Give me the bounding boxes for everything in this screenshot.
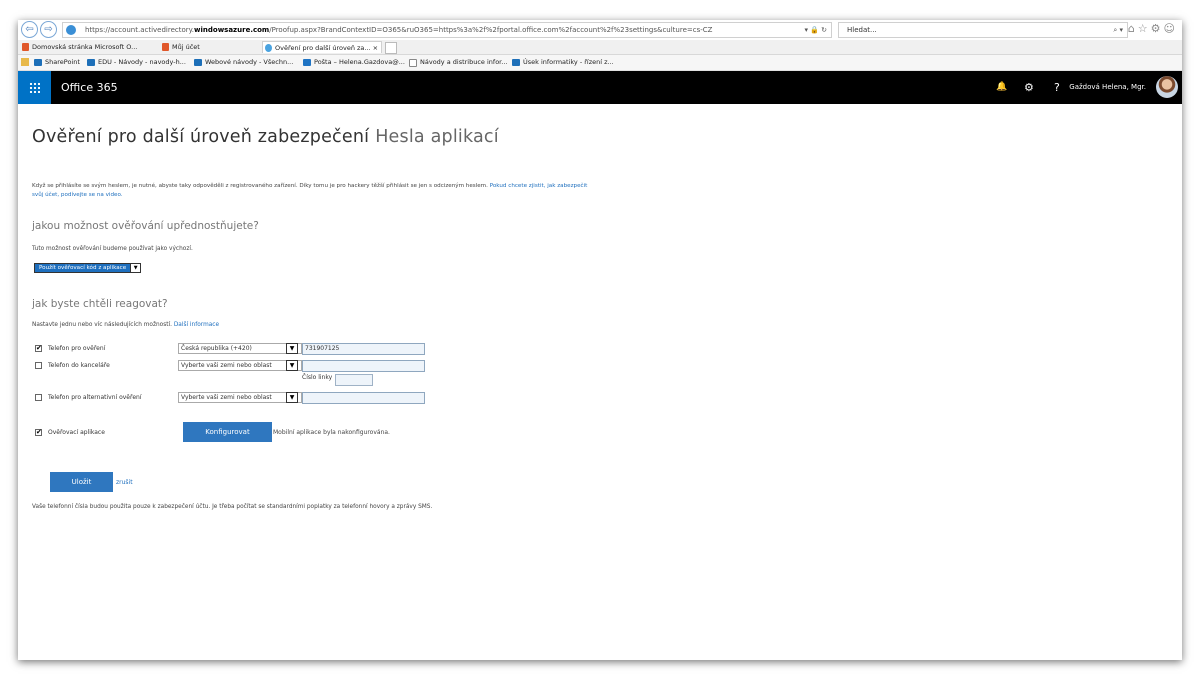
url-prefix: https://account.activedirectory. [85, 26, 195, 34]
configured-message: Mobilní aplikace byla nakonfigurována. [273, 429, 390, 436]
tab-strip: Domovská stránka Microsoft O... Můj účet… [18, 40, 1182, 55]
auth-phone-label: Telefon pro ověření [48, 345, 106, 352]
url-tools-icons[interactable]: ▾ 🔒 ↻ [804, 23, 827, 37]
method-selected-value: Použít ověřovací kód z aplikace [35, 264, 131, 272]
chevron-down-icon: ▼ [130, 264, 140, 272]
sharepoint-icon [87, 59, 95, 66]
fav-label: EDU - Návody - navody-h... [98, 58, 186, 66]
favorites-bar: SharePoint EDU - Návody - navody-h... We… [18, 55, 1182, 71]
fav-web-guides[interactable]: Webové návody - Všechn... [194, 56, 293, 69]
tab-my-account[interactable]: Můj účet [160, 41, 260, 53]
avatar[interactable] [1156, 76, 1178, 98]
response-help-text: Nastavte jednu nebo víc následujících mo… [32, 322, 174, 328]
alt-phone-row: Telefon pro alternativní ověření Vyberte… [32, 392, 432, 404]
tab-ms-home[interactable]: Domovská stránka Microsoft O... [20, 41, 160, 53]
fav-mail[interactable]: Pošta – Helena.Gazdova@... [303, 56, 405, 69]
chevron-down-icon[interactable]: ▼ [286, 392, 298, 403]
app-title[interactable]: Office 365 [61, 71, 118, 104]
office-tab-icon [162, 43, 169, 51]
url-field[interactable]: https://account.activedirectory.windowsa… [62, 22, 832, 38]
auth-phone-checkbox[interactable]: ✔ [35, 345, 42, 352]
office-phone-country-select[interactable]: Vyberte vaši zemi nebo oblast [178, 360, 302, 371]
page-icon [409, 59, 417, 67]
forward-icon[interactable]: ⇨ [40, 21, 57, 38]
browser-window: ⇦ ⇨ https://account.activedirectory.wind… [18, 20, 1182, 660]
tab-label: Domovská stránka Microsoft O... [32, 43, 138, 51]
auth-app-label: Ověřovací aplikace [48, 429, 105, 436]
page-title-text: Ověření pro další úroveň zabezpečení [32, 127, 370, 147]
intro-text: Když se přihlásíte se svým heslem, je nu… [32, 182, 592, 199]
tab-label: Ověření pro další úroveň za... × [275, 44, 379, 52]
browser-search-field[interactable]: Hledat... ⌕ ▾ [838, 22, 1128, 38]
method-help: Tuto možnost ověřování budeme používat j… [32, 246, 193, 252]
fav-label: SharePoint [45, 58, 80, 66]
tab-verification[interactable]: Ověření pro další úroveň za... × [262, 41, 382, 53]
app-launcher-button[interactable] [18, 71, 51, 104]
browser-toolbar-icons[interactable]: ⌂☆⚙☺ [1128, 22, 1178, 35]
office-phone-label: Telefon do kanceláře [48, 362, 110, 369]
ie-tab-icon [265, 44, 272, 52]
ie-page-icon [66, 25, 76, 35]
tab-label: Můj účet [172, 43, 200, 51]
favorites-star-icon[interactable] [21, 58, 29, 66]
office365-header: Office 365 🔔 ⚙ ? Gaždová Helena, Mgr. [18, 71, 1182, 104]
office-tab-icon [22, 43, 29, 51]
auth-app-checkbox[interactable]: ✔ [35, 429, 42, 436]
alt-phone-checkbox[interactable] [35, 394, 42, 401]
fav-label: Pošta – Helena.Gazdova@... [314, 58, 405, 66]
auth-phone-number-input[interactable]: 731907125 [302, 343, 425, 355]
outlook-icon [303, 59, 311, 66]
alt-phone-label: Telefon pro alternativní ověření [48, 394, 142, 401]
office-phone-row: Telefon do kanceláře Vyberte vaši zemi n… [32, 360, 432, 372]
intro-body: Když se přihlásíte se svým heslem, je nu… [32, 183, 490, 189]
auth-phone-country-select[interactable]: Česká republika (+420) [178, 343, 302, 354]
save-button[interactable]: Uložit [50, 472, 113, 492]
waffle-icon [29, 82, 40, 93]
page-title: Ověření pro další úroveň zabezpečení Hesl… [32, 127, 499, 147]
url-rest: /Proofup.aspx?BrandContextID=O365&ruO365… [269, 26, 713, 34]
address-bar-row: ⇦ ⇨ https://account.activedirectory.wind… [18, 20, 1182, 41]
gear-icon[interactable]: ⚙ [1024, 71, 1034, 104]
response-help: Nastavte jednu nebo víc následujících mo… [32, 322, 219, 328]
new-tab-button[interactable] [385, 42, 397, 54]
fav-edu[interactable]: EDU - Návody - navody-h... [87, 56, 186, 69]
configure-button[interactable]: Konfigurovat [183, 422, 272, 442]
fav-label: Návody a distribuce infor... [420, 58, 508, 66]
sharepoint-icon [512, 59, 520, 66]
auth-phone-row: ✔ Telefon pro ověření Česká republika (+… [32, 343, 432, 355]
more-info-link[interactable]: Další informace [174, 322, 219, 328]
sharepoint-icon [194, 59, 202, 66]
back-icon[interactable]: ⇦ [21, 21, 38, 38]
response-heading: jak byste chtěli reagovat? [32, 298, 168, 310]
extension-label: Číslo linky [302, 374, 333, 381]
chevron-down-icon[interactable]: ▼ [286, 343, 298, 354]
method-heading: jakou možnost ověřování upřednostňujete? [32, 220, 259, 232]
fav-distribution[interactable]: Návody a distribuce infor... [409, 56, 507, 69]
user-name[interactable]: Gaždová Helena, Mgr. [1069, 71, 1146, 104]
fav-label: Úsek informatiky - řízení z... [523, 58, 614, 66]
url-domain: windowsazure.com [194, 26, 270, 34]
bell-icon[interactable]: 🔔 [996, 71, 1007, 104]
office-phone-number-input[interactable] [302, 360, 425, 372]
search-icon[interactable]: ⌕ ▾ [1113, 23, 1123, 37]
cancel-link[interactable]: zrušit [116, 479, 133, 486]
sharepoint-icon [34, 59, 42, 66]
alt-phone-country-select[interactable]: Vyberte vaši zemi nebo oblast [178, 392, 302, 403]
search-placeholder: Hledat... [847, 26, 877, 34]
alt-phone-number-input[interactable] [302, 392, 425, 404]
app-passwords-tab[interactable]: Hesla aplikací [375, 127, 499, 147]
help-icon[interactable]: ? [1054, 71, 1060, 104]
fav-it-department[interactable]: Úsek informatiky - řízení z... [512, 56, 614, 69]
fav-label: Webové návody - Všechn... [205, 58, 294, 66]
method-select[interactable]: Použít ověřovací kód z aplikace ▼ [34, 263, 142, 273]
chevron-down-icon[interactable]: ▼ [286, 360, 298, 371]
extension-input[interactable] [335, 374, 373, 386]
footer-note: Vaše telefonní čísla budou použita pouze… [32, 504, 433, 510]
office-phone-checkbox[interactable] [35, 362, 42, 369]
fav-sharepoint[interactable]: SharePoint [34, 56, 80, 69]
